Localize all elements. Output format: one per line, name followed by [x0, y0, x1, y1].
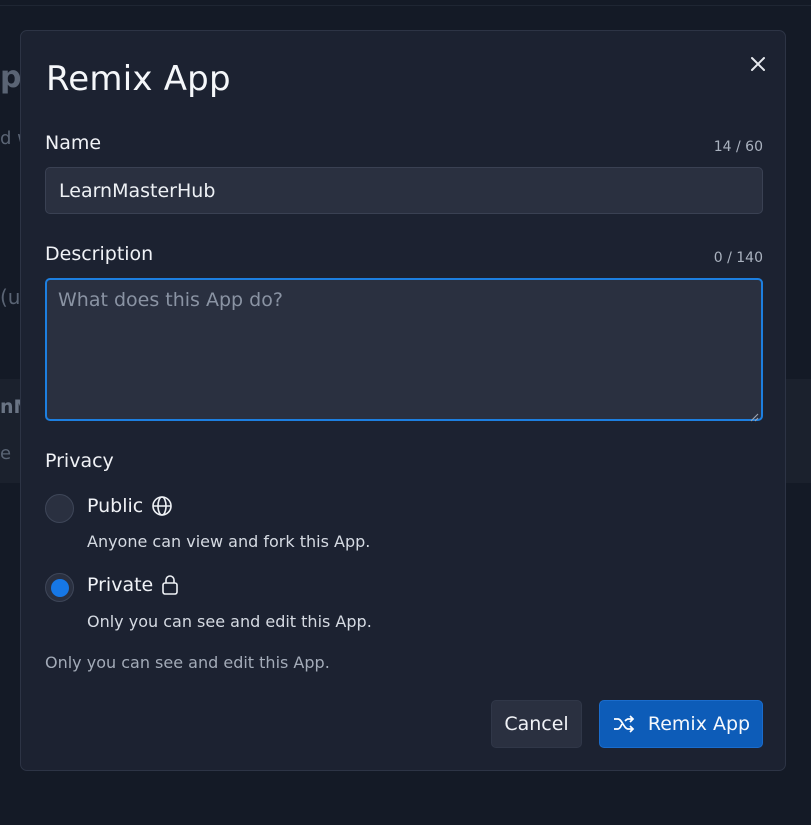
globe-icon	[151, 495, 173, 517]
private-option-description: Only you can see and edit this App.	[87, 612, 372, 631]
radio-public[interactable]	[45, 494, 74, 523]
privacy-label: Privacy	[45, 450, 114, 472]
private-option-label[interactable]: Private	[87, 574, 179, 596]
public-option-description: Anyone can view and fork this App.	[87, 532, 371, 551]
close-icon	[750, 56, 766, 72]
close-button[interactable]	[747, 53, 769, 75]
lock-icon	[161, 574, 179, 596]
remix-app-dialog: Remix App Name 14 / 60 Description 0 / 1…	[20, 30, 786, 771]
background-divider	[0, 5, 811, 6]
description-char-counter: 0 / 140	[713, 250, 763, 266]
remix-app-button-label: Remix App	[647, 713, 751, 735]
background-text-fragment: e	[0, 443, 12, 464]
public-label-text: Public	[87, 495, 144, 517]
radio-private[interactable]	[45, 573, 74, 602]
radio-selected-dot	[50, 578, 69, 597]
resize-handle-icon[interactable]	[749, 407, 759, 422]
background-text-fragment: (u	[0, 285, 21, 309]
name-input[interactable]	[45, 167, 763, 214]
name-label: Name	[45, 132, 102, 154]
dialog-title: Remix App	[46, 59, 231, 99]
remix-app-button[interactable]: Remix App	[599, 700, 763, 748]
cancel-button[interactable]: Cancel	[491, 700, 582, 748]
privacy-helper-text: Only you can see and edit this App.	[45, 653, 330, 672]
description-textarea[interactable]	[45, 278, 763, 421]
shuffle-icon	[612, 714, 636, 734]
public-option-label[interactable]: Public	[87, 495, 173, 517]
description-label: Description	[45, 243, 154, 265]
private-label-text: Private	[87, 574, 154, 596]
name-char-counter: 14 / 60	[713, 139, 763, 155]
cancel-button-label: Cancel	[504, 713, 569, 735]
